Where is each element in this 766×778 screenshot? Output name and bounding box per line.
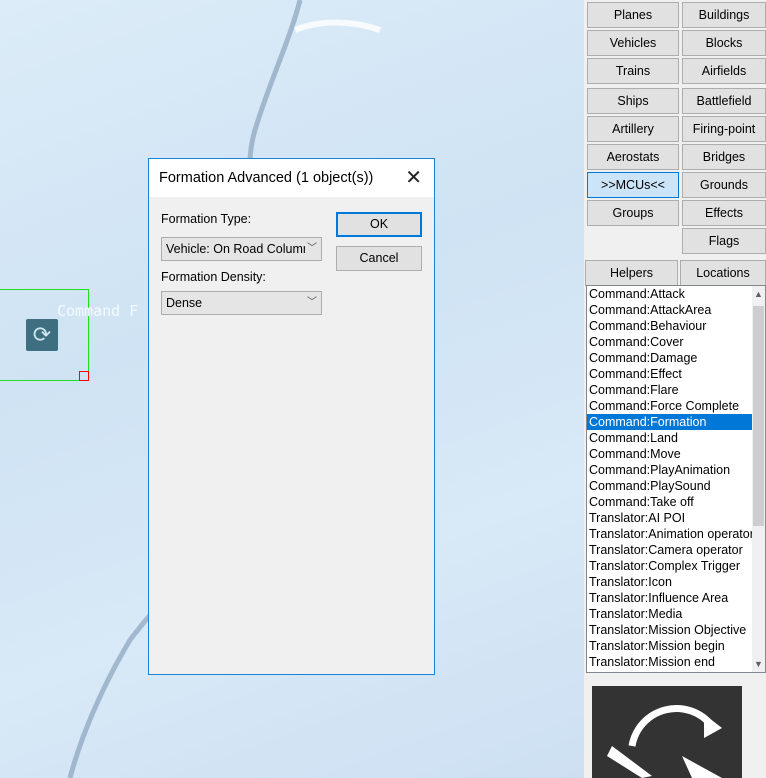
close-icon[interactable]: ✕ bbox=[405, 165, 422, 190]
cancel-button[interactable]: Cancel bbox=[336, 246, 422, 271]
list-scrollbar[interactable]: ▲ ▼ bbox=[752, 286, 765, 672]
list-item[interactable]: Translator:Mission begin bbox=[587, 638, 753, 654]
list-item[interactable]: Translator:Icon bbox=[587, 574, 753, 590]
list-item[interactable]: Translator:Complex Trigger bbox=[587, 558, 753, 574]
formation-density-select[interactable]: Dense ﹀ bbox=[161, 291, 322, 315]
category-button-mcus[interactable]: >>MCUs<< bbox=[587, 172, 679, 198]
list-item[interactable]: Translator:Animation operator bbox=[587, 526, 753, 542]
category-button-trains[interactable]: Trains bbox=[587, 58, 679, 84]
list-item[interactable]: Command:PlayAnimation bbox=[587, 462, 753, 478]
category-button-planes[interactable]: Planes bbox=[587, 2, 679, 28]
list-item[interactable]: Translator:AI POI bbox=[587, 510, 753, 526]
scroll-up-icon[interactable]: ▲ bbox=[752, 286, 765, 302]
scroll-down-icon[interactable]: ▼ bbox=[752, 656, 765, 672]
ok-button[interactable]: OK bbox=[336, 212, 422, 237]
category-button-grounds[interactable]: Grounds bbox=[682, 172, 766, 198]
category-button-bridges[interactable]: Bridges bbox=[682, 144, 766, 170]
list-item[interactable]: Command:Behaviour bbox=[587, 318, 753, 334]
dialog-titlebar[interactable]: Formation Advanced (1 object(s)) ✕ bbox=[149, 159, 434, 197]
list-item[interactable]: Translator:Media bbox=[587, 606, 753, 622]
formation-preview-icon bbox=[607, 705, 722, 778]
list-item[interactable]: Command:Flare bbox=[587, 382, 753, 398]
category-button-buildings[interactable]: Buildings bbox=[682, 2, 766, 28]
category-button-flags[interactable]: Flags bbox=[682, 228, 766, 254]
category-button-artillery[interactable]: Artillery bbox=[587, 116, 679, 142]
list-item[interactable]: Translator:Influence Area bbox=[587, 590, 753, 606]
list-item[interactable]: Command:PlaySound bbox=[587, 478, 753, 494]
object-label: Command F bbox=[57, 302, 139, 320]
category-button-vehicles[interactable]: Vehicles bbox=[587, 30, 679, 56]
category-button-ships[interactable]: Ships bbox=[587, 88, 679, 114]
dialog-title: Formation Advanced (1 object(s)) bbox=[159, 170, 374, 186]
formation-advanced-dialog: Formation Advanced (1 object(s)) ✕ Forma… bbox=[148, 158, 435, 675]
category-button-helpers[interactable]: Helpers bbox=[585, 260, 678, 286]
formation-command-icon[interactable]: ⟳ bbox=[26, 319, 58, 351]
category-button-effects[interactable]: Effects bbox=[682, 200, 766, 226]
category-button-aerostats[interactable]: Aerostats bbox=[587, 144, 679, 170]
list-item[interactable]: Command:Damage bbox=[587, 350, 753, 366]
object-list[interactable]: Command:Attack Command:AttackArea Command:… bbox=[586, 285, 766, 673]
object-preview bbox=[592, 686, 742, 778]
list-item[interactable]: Translator:Mission end bbox=[587, 654, 753, 670]
list-item[interactable]: Command:Formation bbox=[587, 414, 753, 430]
formation-density-value: Dense bbox=[166, 296, 203, 310]
category-button-locations[interactable]: Locations bbox=[680, 260, 766, 286]
chevron-down-icon: ﹀ bbox=[305, 292, 317, 314]
list-item[interactable]: Command:Take off bbox=[587, 494, 753, 510]
list-item[interactable]: Command:Attack bbox=[587, 286, 753, 302]
category-button-battlefield[interactable]: Battlefield bbox=[682, 88, 766, 114]
formation-type-value: Vehicle: On Road Column bbox=[166, 242, 310, 256]
list-item[interactable]: Command:Land bbox=[587, 430, 753, 446]
chevron-down-icon: ﹀ bbox=[305, 238, 317, 260]
category-button-blocks[interactable]: Blocks bbox=[682, 30, 766, 56]
scrollbar-thumb[interactable] bbox=[753, 306, 764, 526]
category-button-airfields[interactable]: Airfields bbox=[682, 58, 766, 84]
list-item[interactable]: Command:Effect bbox=[587, 366, 753, 382]
list-item[interactable]: Command:AttackArea bbox=[587, 302, 753, 318]
list-item[interactable]: Command:Cover bbox=[587, 334, 753, 350]
formation-density-label: Formation Density: bbox=[161, 270, 266, 284]
list-item[interactable]: Command:Force Complete bbox=[587, 398, 753, 414]
list-item[interactable]: Translator:Camera operator bbox=[587, 542, 753, 558]
formation-type-select[interactable]: Vehicle: On Road Column ﹀ bbox=[161, 237, 322, 261]
category-button-firing-point[interactable]: Firing-point bbox=[682, 116, 766, 142]
resize-handle[interactable] bbox=[79, 371, 89, 381]
category-button-groups[interactable]: Groups bbox=[587, 200, 679, 226]
list-item[interactable]: Command:Move bbox=[587, 446, 753, 462]
formation-type-label: Formation Type: bbox=[161, 212, 252, 226]
list-item[interactable]: Translator:Mission Objective bbox=[587, 622, 753, 638]
